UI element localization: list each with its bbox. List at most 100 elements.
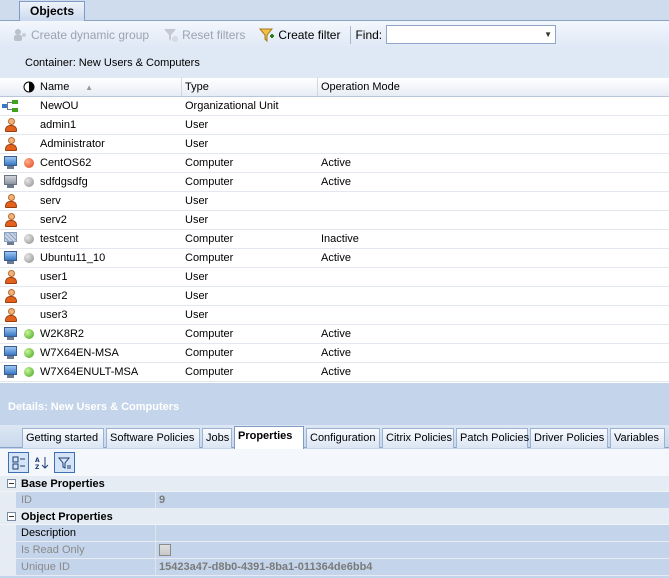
property-name-is-read-only: Is Read Only xyxy=(16,542,156,558)
user-icon xyxy=(5,270,17,285)
cell-type: Computer xyxy=(185,347,234,359)
reset-filters-button[interactable]: Reset filters xyxy=(159,24,249,46)
sort-ascending-icon: ▲ xyxy=(85,83,93,92)
grid-header: Name ▲ Type Operation Mode xyxy=(0,78,669,97)
tab-configuration[interactable]: Configuration xyxy=(306,428,380,448)
tab-citrix-policies[interactable]: Citrix Policies xyxy=(382,428,454,448)
find-label: Find: xyxy=(355,27,383,42)
cell-name: admin1 xyxy=(40,119,77,131)
chevron-down-icon[interactable]: ▼ xyxy=(541,26,555,43)
cell-name: Ubuntu11_10 xyxy=(40,252,106,264)
find-combobox[interactable]: ▼ xyxy=(386,25,557,44)
cell-type: Computer xyxy=(185,233,234,245)
tab-driver-policies[interactable]: Driver Policies xyxy=(530,428,608,448)
cell-operation-mode: Active xyxy=(321,157,351,169)
cell-type: User xyxy=(185,138,209,150)
cell-type: User xyxy=(185,309,209,321)
table-row[interactable]: user1 User xyxy=(0,268,669,287)
cell-operation-mode: Active xyxy=(321,347,351,359)
details-panel: Details: New Users & Computers Getting s… xyxy=(0,383,669,578)
table-row[interactable]: user3 User xyxy=(0,306,669,325)
property-row-description[interactable]: Description xyxy=(0,525,669,542)
create-filter-button[interactable]: Create filter xyxy=(255,24,344,46)
cell-name: user2 xyxy=(40,290,68,302)
table-row[interactable]: user2 User xyxy=(0,287,669,306)
cell-type: User xyxy=(185,119,209,131)
cell-type: User xyxy=(185,195,209,207)
table-row[interactable]: Administrator User xyxy=(0,135,669,154)
property-row-id[interactable]: ID 9 xyxy=(0,492,669,509)
status-pie-icon xyxy=(23,81,35,93)
property-row-is-read-only[interactable]: Is Read Only xyxy=(0,542,669,559)
create-dynamic-group-label: Create dynamic group xyxy=(31,27,150,42)
operation-mode-column-header[interactable]: Operation Mode xyxy=(318,78,669,96)
tab-patch-policies[interactable]: Patch Policies xyxy=(456,428,529,448)
name-column-header[interactable]: Name ▲ xyxy=(38,78,182,96)
tab-properties[interactable]: Properties xyxy=(234,426,304,449)
property-name-description: Description xyxy=(16,525,156,541)
category-object-properties[interactable]: Object Properties xyxy=(0,509,669,525)
table-row[interactable]: W7X64EN-MSA Computer Active xyxy=(0,344,669,363)
reset-filters-label: Reset filters xyxy=(182,27,246,42)
cell-operation-mode xyxy=(318,306,669,324)
details-tab-strip: Getting started Software Policies Jobs P… xyxy=(0,425,669,449)
cell-name: W7X64ENULT-MSA xyxy=(40,366,139,378)
sort-az-icon: AZ xyxy=(35,456,48,470)
computer-gray-icon xyxy=(4,175,17,189)
property-grid-toolbar: AZ xyxy=(0,449,669,476)
filter-icon xyxy=(259,27,275,43)
cell-operation-mode xyxy=(318,192,669,210)
status-column-header[interactable] xyxy=(20,78,38,96)
computer-icon xyxy=(4,327,17,341)
top-tab-strip: Objects xyxy=(0,0,669,22)
details-title: Details: New Users & Computers xyxy=(8,401,180,413)
cell-type: User xyxy=(185,290,209,302)
categorized-icon xyxy=(12,456,25,469)
table-row[interactable]: NewOU Organizational Unit xyxy=(0,97,669,116)
table-row[interactable]: W2K8R2 Computer Active xyxy=(0,325,669,344)
computer-icon xyxy=(4,156,17,170)
property-value-description[interactable] xyxy=(156,525,669,541)
property-value-unique-id: 15423a47-d8b0-4391-8ba1-011364de6bb4 xyxy=(159,561,373,573)
table-row[interactable]: admin1 User xyxy=(0,116,669,135)
svg-text:A: A xyxy=(35,457,40,464)
property-name-id: ID xyxy=(16,492,156,508)
filter-properties-button[interactable] xyxy=(54,452,75,473)
tab-software-policies[interactable]: Software Policies xyxy=(106,428,200,448)
collapse-icon[interactable] xyxy=(7,512,16,521)
user-icon xyxy=(5,194,17,209)
collapse-icon[interactable] xyxy=(7,479,16,488)
table-row[interactable]: CentOS62 Computer Active xyxy=(0,154,669,173)
container-label: Container: New Users & Computers xyxy=(0,48,669,78)
status-green-icon xyxy=(24,367,34,377)
table-row[interactable]: W7X64ENULT-MSA Computer Active xyxy=(0,363,669,382)
objects-grid: Name ▲ Type Operation Mode NewOU Organiza… xyxy=(0,78,669,383)
is-read-only-checkbox[interactable] xyxy=(159,544,171,556)
user-icon xyxy=(5,213,17,228)
cell-type: Computer xyxy=(185,176,234,188)
table-row[interactable]: sdfdgsdfg Computer Active xyxy=(0,173,669,192)
table-row[interactable]: serv2 User xyxy=(0,211,669,230)
category-base-properties[interactable]: Base Properties xyxy=(0,476,669,492)
property-row-unique-id[interactable]: Unique ID 15423a47-d8b0-4391-8ba1-011364… xyxy=(0,559,669,576)
alphabetical-sort-button[interactable]: AZ xyxy=(31,452,52,473)
status-green-icon xyxy=(24,329,34,339)
cell-operation-mode: Active xyxy=(321,176,351,188)
cell-name: W7X64EN-MSA xyxy=(40,347,119,359)
create-dynamic-group-button[interactable]: Create dynamic group xyxy=(8,24,153,46)
tab-getting-started[interactable]: Getting started xyxy=(22,428,104,448)
tab-variables[interactable]: Variables xyxy=(610,428,665,448)
cell-operation-mode xyxy=(318,287,669,305)
ou-icon xyxy=(2,100,18,112)
cell-type: Computer xyxy=(185,252,234,264)
computer-icon xyxy=(4,346,17,360)
filter-icon xyxy=(57,457,71,469)
table-row[interactable]: testcent Computer Inactive xyxy=(0,230,669,249)
categorized-view-button[interactable] xyxy=(8,452,29,473)
table-row[interactable]: serv User xyxy=(0,192,669,211)
table-row[interactable]: Ubuntu11_10 Computer Active xyxy=(0,249,669,268)
tab-objects[interactable]: Objects xyxy=(19,1,86,22)
user-icon xyxy=(5,137,17,152)
tab-jobs[interactable]: Jobs xyxy=(202,428,232,448)
type-column-header[interactable]: Type xyxy=(182,78,318,96)
